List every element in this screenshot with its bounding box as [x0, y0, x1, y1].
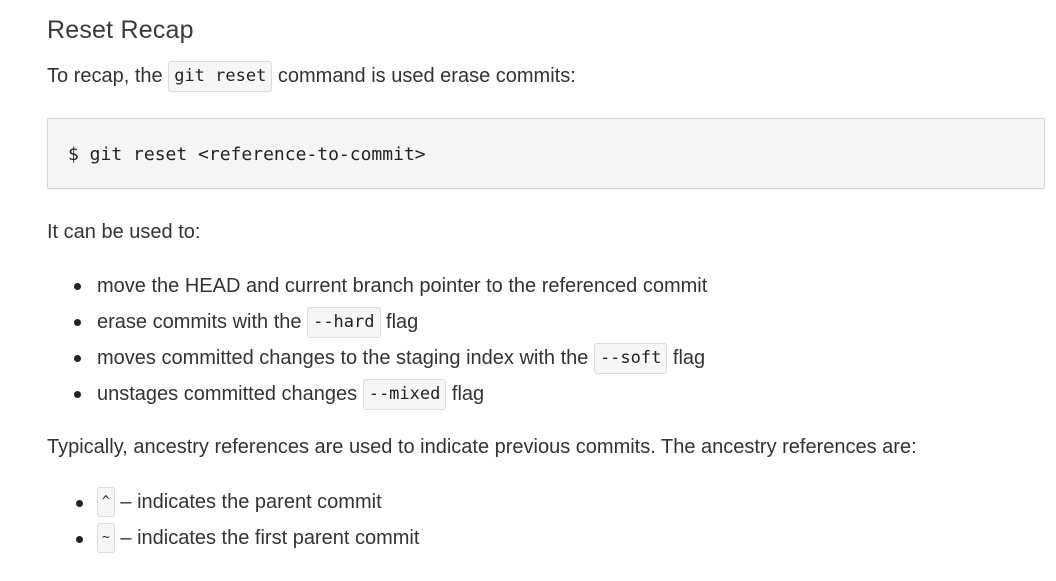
- list-item-text: – indicates the parent commit: [114, 491, 382, 513]
- mixed-flag-code: --mixed: [362, 379, 447, 410]
- list-item: move the HEAD and current branch pointer…: [47, 268, 707, 304]
- uses-intro-paragraph: It can be used to:: [47, 221, 201, 243]
- bullet-icon: [74, 355, 81, 362]
- list-item-text: unstages committed changes: [97, 383, 363, 405]
- list-item-text-after: flag: [446, 383, 485, 405]
- list-item-text: moves committed changes to the staging i…: [97, 347, 594, 369]
- soft-flag-code: --soft: [593, 343, 668, 374]
- list-item: ~ – indicates the first parent commit: [47, 520, 419, 556]
- ancestry-list: ^ – indicates the parent commit ~ – indi…: [47, 484, 419, 556]
- list-item-text-after: flag: [667, 347, 706, 369]
- tilde-reference-code: ~: [97, 523, 115, 553]
- list-item: ^ – indicates the parent commit: [47, 484, 419, 520]
- bullet-icon: [74, 283, 81, 290]
- bullet-icon: [76, 500, 83, 507]
- list-item: moves committed changes to the staging i…: [47, 340, 707, 376]
- code-block: $ git reset <reference-to-commit>: [47, 118, 1045, 189]
- section-heading: Reset Recap: [47, 16, 194, 44]
- list-item: unstages committed changes --mixed flag: [47, 376, 707, 412]
- list-item-text-after: flag: [380, 311, 419, 333]
- ancestry-intro-paragraph: Typically, ancestry references are used …: [47, 436, 917, 458]
- intro-text-after: command is used erase commits:: [272, 65, 576, 87]
- bullet-icon: [74, 319, 81, 326]
- bullet-icon: [74, 391, 81, 398]
- caret-reference-code: ^: [97, 487, 115, 517]
- code-block-text: $ git reset <reference-to-commit>: [68, 144, 426, 165]
- bullet-icon: [76, 536, 83, 543]
- intro-text-before: To recap, the: [47, 65, 169, 87]
- list-item-text: – indicates the first parent commit: [114, 527, 420, 549]
- git-reset-inline-code: git reset: [168, 61, 273, 92]
- list-item-text: move the HEAD and current branch pointer…: [97, 275, 708, 297]
- list-item: erase commits with the --hard flag: [47, 304, 707, 340]
- list-item-text: erase commits with the: [97, 311, 308, 333]
- hard-flag-code: --hard: [307, 307, 381, 338]
- intro-paragraph: To recap, the git reset command is used …: [47, 61, 576, 92]
- uses-list: move the HEAD and current branch pointer…: [47, 268, 707, 412]
